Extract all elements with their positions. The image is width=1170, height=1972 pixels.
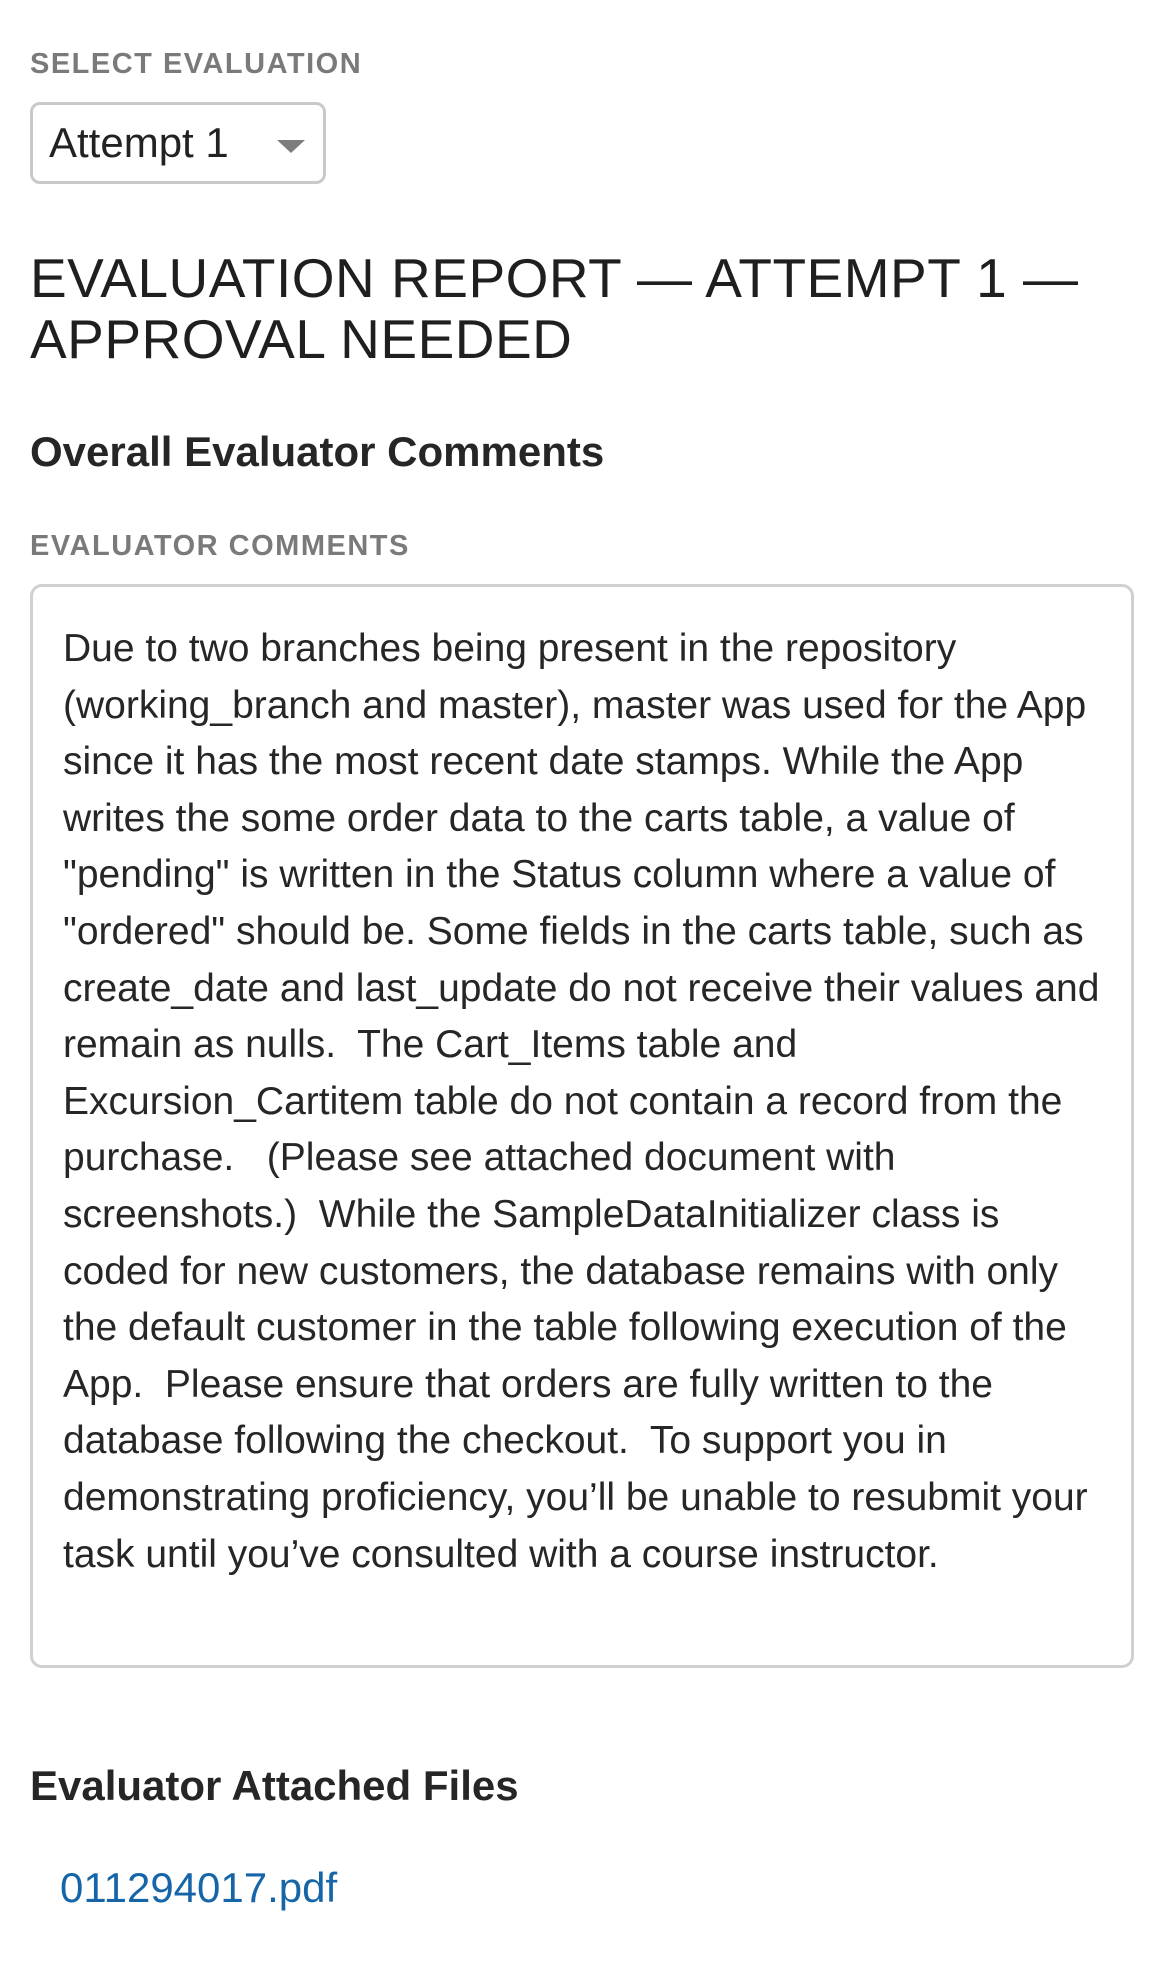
chevron-down-icon [277,140,305,153]
attached-file-link[interactable]: 011294017.pdf [60,1864,337,1912]
overall-comments-heading: Overall Evaluator Comments [30,428,605,475]
evaluation-select-value: Attempt 1 [49,119,229,166]
evaluator-comments-text: Due to two branches being present in the… [30,584,1134,1668]
evaluation-select[interactable]: Attempt 1 [30,102,326,184]
evaluator-comments-label: EVALUATOR COMMENTS [30,530,410,562]
select-evaluation-label: SELECT EVALUATION [30,48,363,80]
attached-files-heading: Evaluator Attached Files [30,1762,519,1809]
report-title: EVALUATION REPORT — ATTEMPT 1 — APPROVAL… [30,247,1079,370]
